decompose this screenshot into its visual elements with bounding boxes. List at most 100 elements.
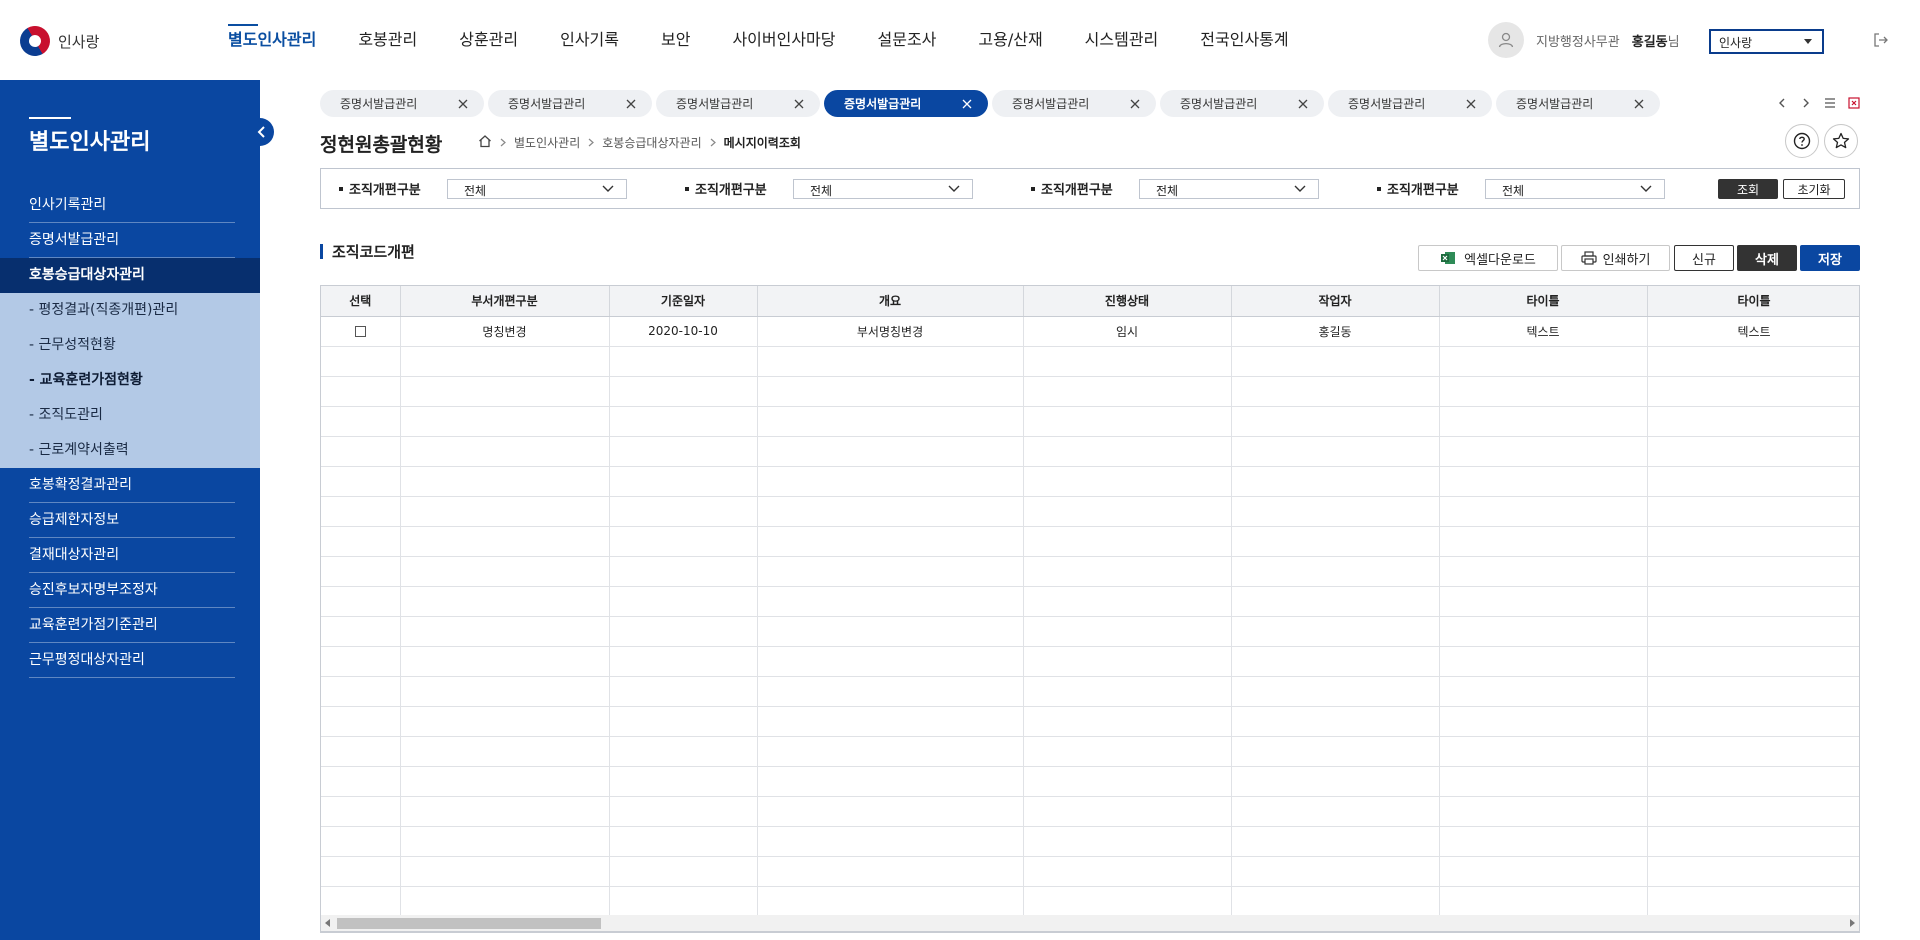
table-cell bbox=[400, 466, 610, 497]
table-cell bbox=[1439, 646, 1648, 677]
column-header[interactable]: 선택 bbox=[321, 286, 401, 317]
save-button[interactable]: 저장 bbox=[1800, 245, 1860, 271]
close-icon[interactable] bbox=[1298, 98, 1308, 109]
column-header[interactable]: 진행상태 bbox=[1023, 286, 1232, 317]
gnb-item[interactable]: 인사기록 bbox=[560, 0, 619, 80]
column-header[interactable]: 기준일자 bbox=[609, 286, 758, 317]
column-header[interactable]: 개요 bbox=[757, 286, 1024, 317]
new-button[interactable]: 신규 bbox=[1674, 245, 1734, 271]
tab[interactable]: 증명서발급관리 bbox=[1160, 90, 1324, 117]
sidebar-item[interactable]: 증명서발급관리 bbox=[0, 223, 260, 258]
home-icon[interactable] bbox=[478, 134, 492, 151]
logout-icon[interactable] bbox=[1872, 31, 1890, 49]
tab[interactable]: 증명서발급관리 bbox=[1496, 90, 1660, 117]
table-cell[interactable]: 텍스트 bbox=[1647, 316, 1859, 347]
table-row[interactable]: 명칭변경 2020-10-10 부서명칭변경 임시 홍길동 텍스트 텍스트 bbox=[321, 316, 1859, 347]
print-button[interactable]: 인쇄하기 bbox=[1561, 245, 1670, 271]
close-icon[interactable] bbox=[626, 98, 636, 109]
tab-prev-icon[interactable] bbox=[1776, 96, 1788, 110]
close-icon[interactable] bbox=[1634, 98, 1644, 109]
excel-icon bbox=[1441, 252, 1456, 264]
tab-next-icon[interactable] bbox=[1800, 96, 1812, 110]
tab[interactable]: 증명서발급관리 bbox=[824, 90, 988, 117]
close-icon[interactable] bbox=[962, 98, 972, 109]
sidebar-subitem[interactable]: - 교육훈련가점현황 bbox=[0, 363, 260, 398]
sidebar-item[interactable]: 결재대상자관리 bbox=[0, 538, 260, 573]
table-cell bbox=[1023, 376, 1232, 407]
sidebar-subitem[interactable]: - 근로계약서출력 bbox=[0, 433, 260, 468]
column-header[interactable]: 타이틀 bbox=[1647, 286, 1859, 317]
table-cell[interactable]: 2020-10-10 bbox=[609, 316, 758, 347]
breadcrumb-item[interactable]: 호봉승급대상자관리 bbox=[602, 134, 701, 151]
close-icon[interactable] bbox=[458, 98, 468, 109]
gnb-item[interactable]: 전국인사통계 bbox=[1200, 0, 1288, 80]
sidebar-item[interactable]: 호봉승급대상자관리 bbox=[0, 258, 260, 293]
help-button[interactable] bbox=[1785, 124, 1819, 158]
table-cell bbox=[757, 526, 1024, 557]
gnb-item[interactable]: 고용/산재 bbox=[978, 0, 1042, 80]
table-cell[interactable]: 텍스트 bbox=[1439, 316, 1648, 347]
gnb-item[interactable]: 사이버인사마당 bbox=[732, 0, 835, 80]
gnb-item[interactable]: 호봉관리 bbox=[358, 0, 417, 80]
sidebar-item[interactable]: 근무평정대상자관리 bbox=[0, 643, 260, 678]
close-all-tabs-icon[interactable] bbox=[1848, 96, 1860, 110]
system-select[interactable]: 인사랑 bbox=[1709, 29, 1824, 54]
search-select-1[interactable]: 전체 bbox=[447, 179, 627, 199]
table-cell bbox=[609, 676, 758, 707]
gnb-item[interactable]: 별도인사관리 bbox=[228, 0, 316, 80]
gnb-item[interactable]: 설문조사 bbox=[878, 0, 937, 80]
close-icon[interactable] bbox=[1130, 98, 1140, 109]
search-button[interactable]: 조회 bbox=[1718, 179, 1778, 199]
table-cell[interactable]: 명칭변경 bbox=[400, 316, 610, 347]
excel-download-button[interactable]: 엑셀다운로드 bbox=[1418, 245, 1558, 271]
tab[interactable]: 증명서발급관리 bbox=[992, 90, 1156, 117]
column-header[interactable]: 작업자 bbox=[1231, 286, 1440, 317]
close-icon[interactable] bbox=[794, 98, 804, 109]
tab-list-icon[interactable] bbox=[1824, 96, 1836, 110]
user-avatar-icon[interactable] bbox=[1488, 22, 1524, 58]
tab[interactable]: 증명서발급관리 bbox=[656, 90, 820, 117]
table-cell bbox=[1439, 826, 1648, 857]
gnb-item[interactable]: 상훈관리 bbox=[459, 0, 518, 80]
scroll-right-icon[interactable] bbox=[1850, 919, 1855, 927]
tab[interactable]: 증명서발급관리 bbox=[488, 90, 652, 117]
table-cell bbox=[1439, 796, 1648, 827]
table-cell[interactable]: 임시 bbox=[1023, 316, 1232, 347]
sidebar-item[interactable]: 승급제한자정보 bbox=[0, 503, 260, 538]
sidebar-item[interactable]: 승진후보자명부조정자 bbox=[0, 573, 260, 608]
breadcrumb-item[interactable]: 별도인사관리 bbox=[514, 134, 580, 151]
table-cell[interactable]: 홍길동 bbox=[1231, 316, 1440, 347]
sidebar-subitem[interactable]: - 조직도관리 bbox=[0, 398, 260, 433]
table-cell bbox=[757, 796, 1024, 827]
column-header[interactable]: 타이틀 bbox=[1439, 286, 1648, 317]
sidebar-item[interactable]: 인사기록관리 bbox=[0, 188, 260, 223]
sidebar-subitem[interactable]: - 근무성적현황 bbox=[0, 328, 260, 363]
tab[interactable]: 증명서발급관리 bbox=[1328, 90, 1492, 117]
sidebar-collapse-toggle[interactable] bbox=[250, 118, 274, 146]
gnb-item[interactable]: 보안 bbox=[661, 0, 690, 80]
table-cell bbox=[400, 736, 610, 767]
row-checkbox[interactable] bbox=[354, 326, 366, 337]
table-cell[interactable]: 부서명칭변경 bbox=[757, 316, 1024, 347]
table-cell bbox=[1023, 646, 1232, 677]
table-cell bbox=[1023, 436, 1232, 467]
search-select-4[interactable]: 전체 bbox=[1485, 179, 1665, 199]
sidebar-item[interactable]: 호봉확정결과관리 bbox=[0, 468, 260, 503]
tab[interactable]: 증명서발급관리 bbox=[320, 90, 484, 117]
scroll-left-icon[interactable] bbox=[325, 919, 330, 927]
scrollbar-thumb[interactable] bbox=[337, 918, 601, 929]
logo[interactable]: 인사랑 bbox=[14, 20, 99, 62]
search-select-2[interactable]: 전체 bbox=[793, 179, 973, 199]
table-cell bbox=[400, 706, 610, 737]
column-header[interactable]: 부서개편구분 bbox=[400, 286, 610, 317]
sidebar-item[interactable]: 교육훈련가점기준관리 bbox=[0, 608, 260, 643]
table-cell bbox=[609, 886, 758, 917]
reset-button[interactable]: 초기화 bbox=[1783, 179, 1845, 199]
gnb-item[interactable]: 시스템관리 bbox=[1085, 0, 1159, 80]
search-select-3[interactable]: 전체 bbox=[1139, 179, 1319, 199]
sidebar-subitem[interactable]: - 평정결과(직종개편)관리 bbox=[0, 293, 260, 328]
close-icon[interactable] bbox=[1466, 98, 1476, 109]
delete-button[interactable]: 삭제 bbox=[1737, 245, 1797, 271]
favorite-button[interactable] bbox=[1824, 124, 1858, 158]
horizontal-scrollbar[interactable] bbox=[320, 915, 1860, 932]
